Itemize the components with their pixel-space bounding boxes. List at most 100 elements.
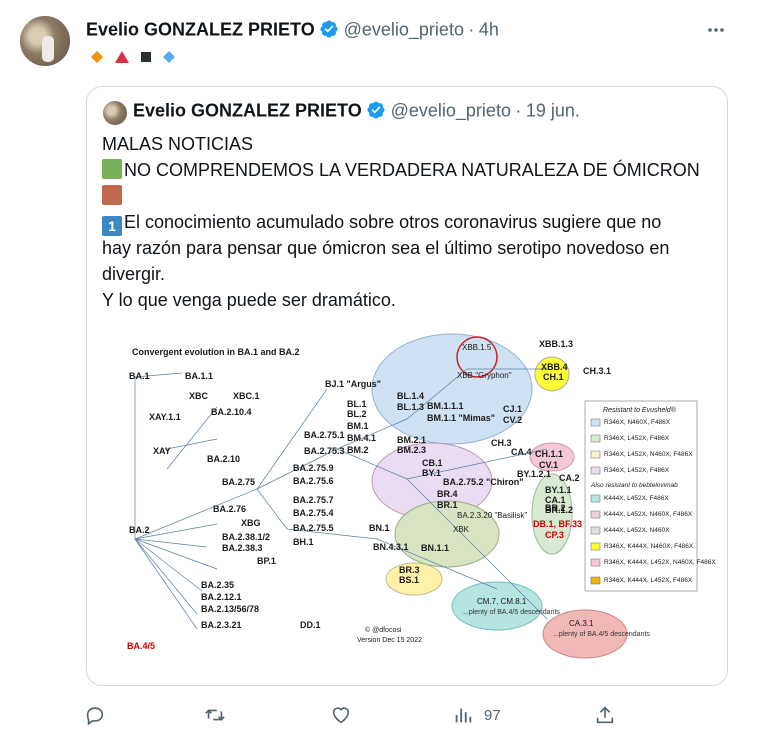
lineage-label: BM.2.1 <box>397 435 427 445</box>
legend-item: R346X, L452X, F486X <box>604 435 670 442</box>
lineage-label: BA.1 <box>129 371 150 381</box>
lineage-label: BA.2.38.1/2 <box>222 532 271 542</box>
lineage-label: BA.2.38.3 <box>222 543 263 553</box>
lineage-label: CH.1 <box>543 372 564 382</box>
lineage-label: BA.2.35 <box>201 580 235 590</box>
quote-line-7: Y lo que venga puede ser dramático. <box>102 290 396 310</box>
keycap-one-icon: 1 <box>102 216 122 236</box>
lineage-label: BA.2.10 <box>207 454 241 464</box>
lineage-label: BR.4 <box>437 489 458 499</box>
lineage-label: BR.1 <box>437 500 458 510</box>
lineage-label: CA.1 <box>545 495 566 505</box>
lineage-label: BM.1.1.1 <box>427 401 464 411</box>
lineage-label: CM.7, CM.8.1 <box>477 597 527 606</box>
lineage-label: XBC.1 <box>233 391 260 401</box>
figure-version: Version Dec 15 2022 <box>357 637 422 644</box>
lineage-label: CH.3 <box>491 438 512 448</box>
lineage-label: BY.1 <box>422 468 442 478</box>
lineage-label: BM.1 <box>347 421 369 431</box>
share-button[interactable] <box>594 704 616 726</box>
lineage-label: DB.1, BF.33 <box>533 519 583 529</box>
lineage-label: BA.2.76 <box>213 504 247 514</box>
lineage-label: BA.2.75.6 <box>293 476 334 486</box>
lineage-label: XBG <box>241 518 261 528</box>
lineage-label: BJ.1 "Argus" <box>325 379 382 389</box>
avatar[interactable] <box>20 16 70 66</box>
quote-author-handle: @evelio_prieto <box>390 100 511 121</box>
lineage-label: BR.1.2 <box>545 505 574 515</box>
lineage-label: CV.2 <box>503 415 523 425</box>
quote-line-1: MALAS NOTICIAS <box>102 134 254 154</box>
lineage-label: BL.1.3 <box>397 402 425 412</box>
lineage-label: BA.2.13/56/78 <box>201 604 260 614</box>
lineage-label: BM.4.1 <box>347 433 377 443</box>
lineage-label: BA.2.75.5 <box>293 523 334 533</box>
quote-author-name: Evelio GONZALEZ PRIETO <box>133 100 362 121</box>
share-icon <box>596 706 614 724</box>
quote-line-3 <box>102 183 124 209</box>
blue-diamond-icon <box>163 51 175 63</box>
more-dots-icon[interactable] <box>706 20 726 45</box>
lineage-label: BA.2.10.4 <box>211 407 252 417</box>
heart-icon <box>332 707 350 724</box>
lineage-label: BA.2 <box>129 525 150 535</box>
tweet-header: Evelio GONZALEZ PRIETO @evelio_prieto · … <box>86 19 499 44</box>
retweet-button[interactable] <box>204 704 226 726</box>
lineage-label: CA.4 <box>511 447 532 457</box>
emoji-row <box>90 50 176 64</box>
lineage-label: BL.1 <box>347 399 367 409</box>
lineage-label: BY.1.2.1 <box>517 469 552 479</box>
lineage-label: BA.2.3.21 <box>201 620 242 630</box>
lineage-label: BS.1 <box>399 575 420 585</box>
author-name[interactable]: Evelio GONZALEZ PRIETO <box>86 20 315 40</box>
legend-item: R346X, L452X, F486X <box>604 467 670 474</box>
lineage-label: BA.2.3.20 "Basilisk" <box>457 511 528 520</box>
lineage-label: BN.1.1 <box>421 543 450 553</box>
lineage-label: BA.1.1 <box>185 371 214 381</box>
brown-square-icon <box>102 185 122 205</box>
verified-badge-icon <box>366 100 386 125</box>
legend-title-2: Also resistant to bebtelovimab <box>591 482 678 489</box>
lineage-label: BM.1.1 "Mimas" <box>427 413 496 423</box>
lineage-label: XBK <box>453 525 470 534</box>
lineage-label: ...plenty of BA.4/5 descendants <box>553 631 650 638</box>
lineage-label: CA.3.1 <box>569 619 594 628</box>
lineage-label: BL.2 <box>347 409 367 419</box>
lineage-label: CJ.1 <box>503 404 523 414</box>
legend-item: R346X, K444X, L452X, F486X <box>604 577 693 584</box>
lineage-label: XBB.1.5 <box>462 343 492 352</box>
lineage-label: CP.3 <box>545 530 564 540</box>
lineage-label: XBC <box>189 391 209 401</box>
author-handle[interactable]: @evelio_prieto <box>344 20 464 40</box>
legend-item: K444X, L452X, N460X, F486X <box>604 511 693 518</box>
quote-avatar <box>103 101 127 125</box>
like-button[interactable] <box>330 704 352 726</box>
lineage-label: BA.2.75.4 <box>293 508 334 518</box>
green-square-icon <box>102 159 122 179</box>
orange-diamond-icon <box>91 51 103 63</box>
separator: · <box>468 19 475 40</box>
quoted-tweet[interactable]: Evelio GONZALEZ PRIETO @evelio_prieto · … <box>86 86 728 686</box>
lineage-label: XBB.4 <box>541 362 568 372</box>
lineage-label: CH.1.1 <box>535 449 564 459</box>
legend-item: R346X, K444X, L452X, N460X, F486X <box>604 559 716 566</box>
xbb-cluster <box>371 333 533 445</box>
lineage-label: BH.1 <box>293 537 314 547</box>
figure-credit: © @dfocosi <box>365 627 402 634</box>
legend-title: Resistant to Evusheld® <box>603 407 676 414</box>
retweet-icon <box>205 709 225 721</box>
lineage-label: BA.2.75 <box>222 477 256 487</box>
cm7-node <box>451 581 543 631</box>
verified-badge-icon <box>319 19 339 44</box>
views-button[interactable]: 97 <box>452 704 501 726</box>
black-square-icon <box>141 52 151 62</box>
tweet-time[interactable]: 4h <box>479 20 499 40</box>
lineage-label: BR.3 <box>399 565 420 575</box>
quote-line-4: 1 El conocimiento acumulado sobre otros c… <box>102 209 661 236</box>
reply-button[interactable] <box>84 704 106 726</box>
figure-title: Convergent evolution in BA.1 and BA.2 <box>132 347 300 357</box>
lineage-label: BA.2.12.1 <box>201 592 242 602</box>
lineage-label: BA.2.75.1 <box>304 430 345 440</box>
lineage-label: BA.2.75.2 "Chiron" <box>443 477 524 487</box>
evolution-diagram[interactable]: Convergent evolution in BA.1 and BA.2 BA… <box>107 329 716 669</box>
